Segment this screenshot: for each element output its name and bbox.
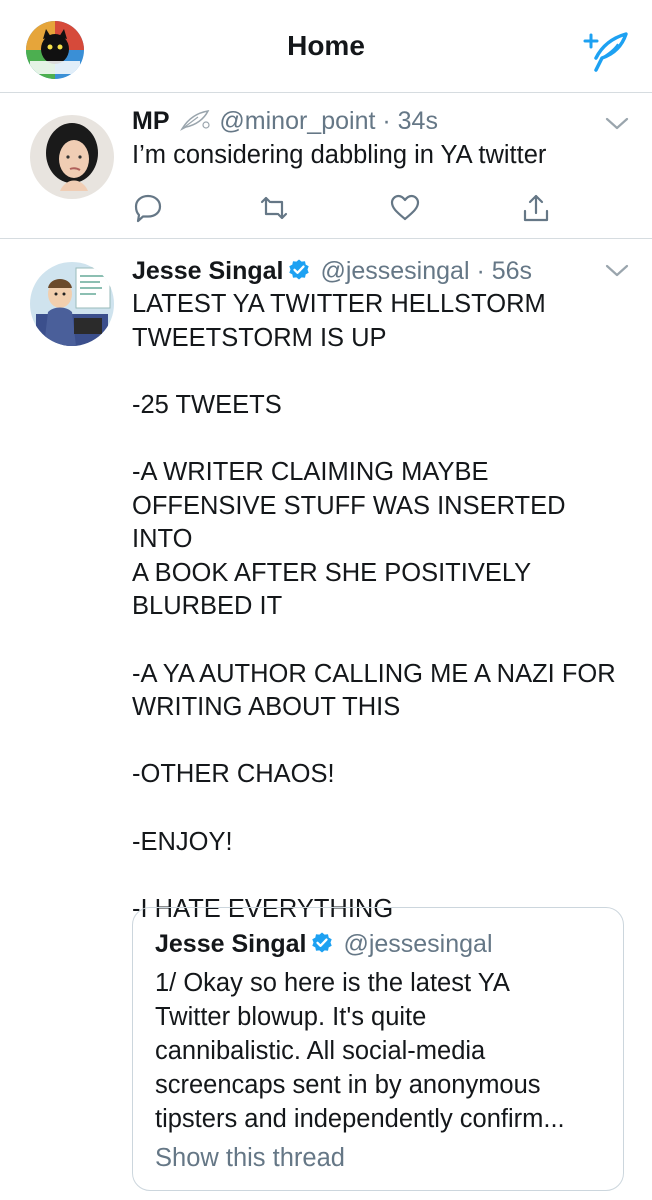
tweet-timestamp[interactable]: · 56s <box>476 257 532 285</box>
page-title: Home <box>287 30 365 61</box>
chevron-down-icon[interactable] <box>604 116 630 132</box>
author-name[interactable]: Jesse Singal <box>132 257 283 285</box>
tweet-header: Jesse Singal @jessesingal · 56s <box>132 255 532 287</box>
author-handle[interactable]: @jessesingal <box>320 257 469 285</box>
quoted-tweet[interactable]: Jesse Singal @jessesingal 1/ Okay so her… <box>132 907 624 1191</box>
author-name[interactable]: MP <box>132 107 170 135</box>
quoted-author-handle: @jessesingal <box>343 930 493 958</box>
like-icon[interactable] <box>389 192 421 224</box>
compose-tweet-icon[interactable] <box>582 28 630 76</box>
share-icon[interactable] <box>520 192 552 224</box>
avatar[interactable] <box>30 262 114 346</box>
tweet[interactable]: Jesse Singal @jessesingal · 56s LATEST Y… <box>0 239 652 1200</box>
author-handle[interactable]: @minor_point <box>219 107 375 135</box>
tweet-actions <box>132 192 562 228</box>
tweet-text: LATEST YA TWITTER HELLSTORM TWEETSTORM I… <box>132 290 616 923</box>
verified-badge-icon <box>287 258 311 282</box>
feather-emoji-icon <box>180 107 212 131</box>
quoted-tweet-text: 1/ Okay so here is the latest YA Twitter… <box>155 969 565 1133</box>
tweet[interactable]: MP @minor_point · 34s I’m considering da… <box>0 92 652 239</box>
show-thread-link[interactable]: Show this thread <box>155 1144 345 1173</box>
reply-icon[interactable] <box>132 192 164 224</box>
quoted-author-name: Jesse Singal <box>155 930 307 958</box>
tweet-text: I’m considering dabbling in YA twitter <box>132 141 547 169</box>
quoted-tweet-header: Jesse Singal @jessesingal <box>155 928 493 960</box>
verified-badge-icon <box>310 931 334 955</box>
tweet-timestamp[interactable]: · 34s <box>382 107 438 135</box>
chevron-down-icon[interactable] <box>604 263 630 279</box>
top-bar: Home <box>0 0 652 93</box>
retweet-icon[interactable] <box>258 192 290 224</box>
tweet-header: MP @minor_point · 34s <box>132 105 438 137</box>
avatar[interactable] <box>30 115 114 199</box>
